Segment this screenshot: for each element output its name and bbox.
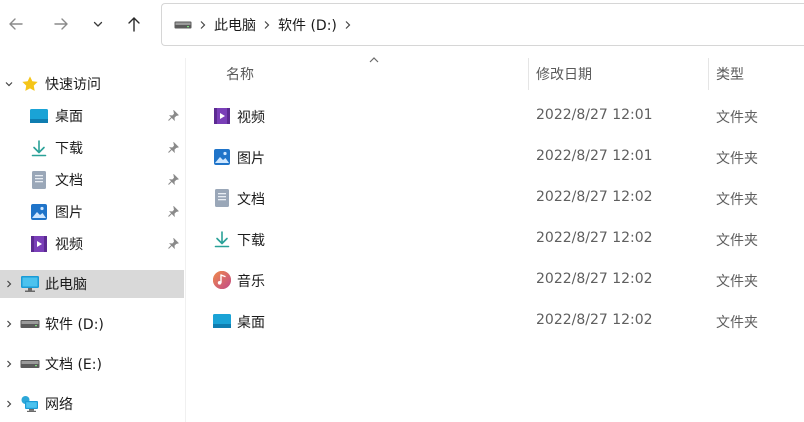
pictures-icon xyxy=(212,147,232,167)
drive-icon xyxy=(20,354,40,374)
network-icon xyxy=(20,394,40,414)
sidebar-item-label: 软件 (D:) xyxy=(45,317,104,333)
back-arrow-icon xyxy=(9,18,23,30)
file-row-documents[interactable]: 文档 2022/8/27 12:02 文件夹 xyxy=(200,181,804,215)
sidebar-item-quick-access[interactable]: 快速访问 xyxy=(0,70,184,98)
chevron-right-icon[interactable] xyxy=(2,397,16,411)
navigation-pane: 快速访问 桌面 下载 文档 图片 视频 此电脑 软件 (D:) 文档 (E:) … xyxy=(0,58,186,422)
file-row-music[interactable]: 音乐 2022/8/27 12:02 文件夹 xyxy=(200,263,804,297)
pin-icon[interactable] xyxy=(166,237,180,251)
sidebar-item-label: 视频 xyxy=(55,237,83,253)
chevron-right-icon[interactable] xyxy=(2,357,16,371)
recent-locations-button[interactable] xyxy=(84,10,112,38)
file-name: 图片 xyxy=(237,151,265,167)
file-modified-date: 2022/8/27 12:02 xyxy=(536,312,653,328)
sidebar-item-label: 此电脑 xyxy=(45,277,87,293)
sort-ascending-icon xyxy=(369,57,379,63)
breadcrumb-separator-icon[interactable] xyxy=(192,20,214,30)
sidebar-item-drive-e[interactable]: 文档 (E:) xyxy=(0,350,184,378)
file-name: 音乐 xyxy=(237,274,265,290)
file-row-downloads[interactable]: 下载 2022/8/27 12:02 文件夹 xyxy=(200,222,804,256)
chevron-right-icon[interactable] xyxy=(2,277,16,291)
document-icon xyxy=(212,188,232,208)
sidebar-item-label: 文档 (E:) xyxy=(45,357,102,373)
pin-icon[interactable] xyxy=(166,141,180,155)
pin-icon[interactable] xyxy=(166,109,180,123)
sidebar-item-network[interactable]: 网络 xyxy=(0,390,184,418)
forward-button[interactable] xyxy=(47,10,75,38)
desktop-icon xyxy=(212,311,232,331)
chevron-right-icon[interactable] xyxy=(2,317,16,331)
file-name: 文档 xyxy=(237,192,265,208)
file-modified-date: 2022/8/27 12:02 xyxy=(536,230,653,246)
pin-icon[interactable] xyxy=(166,205,180,219)
file-modified-date: 2022/8/27 12:02 xyxy=(536,271,653,287)
pin-icon[interactable] xyxy=(166,173,180,187)
sidebar-item-label: 快速访问 xyxy=(45,77,101,93)
file-type: 文件夹 xyxy=(716,274,758,290)
breadcrumb-drive-d[interactable]: 软件 (D:) xyxy=(278,15,337,35)
file-modified-date: 2022/8/27 12:02 xyxy=(536,189,653,205)
chevron-down-icon[interactable] xyxy=(2,77,16,91)
videos-icon xyxy=(212,106,232,126)
file-row-desktop[interactable]: 桌面 2022/8/27 12:02 文件夹 xyxy=(200,304,804,338)
file-row-pictures[interactable]: 图片 2022/8/27 12:01 文件夹 xyxy=(200,140,804,174)
file-row-videos[interactable]: 视频 2022/8/27 12:01 文件夹 xyxy=(200,99,804,133)
chevron-down-icon xyxy=(93,21,103,27)
videos-icon xyxy=(29,234,49,254)
file-name: 视频 xyxy=(237,110,265,126)
sidebar-item-drive-d[interactable]: 软件 (D:) xyxy=(0,310,184,338)
breadcrumb-this-pc[interactable]: 此电脑 xyxy=(214,15,256,35)
download-icon xyxy=(212,229,232,249)
sidebar-item-pictures[interactable]: 图片 xyxy=(0,198,184,226)
sidebar-item-label: 网络 xyxy=(45,397,73,413)
sidebar-item-label: 下载 xyxy=(55,141,83,157)
download-icon xyxy=(29,138,49,158)
sidebar-item-documents[interactable]: 文档 xyxy=(0,166,184,194)
music-icon xyxy=(212,270,232,290)
file-type: 文件夹 xyxy=(716,315,758,331)
sidebar-item-videos[interactable]: 视频 xyxy=(0,230,184,258)
up-arrow-icon xyxy=(128,17,140,32)
column-divider[interactable] xyxy=(708,58,709,90)
pictures-icon xyxy=(29,202,49,222)
column-divider[interactable] xyxy=(528,58,529,90)
sidebar-item-this-pc[interactable]: 此电脑 xyxy=(0,270,184,298)
file-name: 桌面 xyxy=(237,315,265,331)
column-header-modified[interactable]: 修改日期 xyxy=(536,60,592,88)
column-header-name[interactable]: 名称 xyxy=(226,60,254,88)
drive-icon xyxy=(20,314,40,334)
file-type: 文件夹 xyxy=(716,192,758,208)
file-modified-date: 2022/8/27 12:01 xyxy=(536,107,653,123)
forward-arrow-icon xyxy=(54,18,68,30)
sidebar-item-label: 桌面 xyxy=(55,109,83,125)
file-type: 文件夹 xyxy=(716,233,758,249)
sidebar-item-desktop[interactable]: 桌面 xyxy=(0,102,184,130)
drive-icon xyxy=(174,20,192,30)
computer-icon xyxy=(20,274,40,294)
navigation-bar: 此电脑 软件 (D:) xyxy=(0,0,804,50)
sidebar-item-label: 文档 xyxy=(55,173,83,189)
sidebar-item-downloads[interactable]: 下载 xyxy=(0,134,184,162)
breadcrumb-separator-icon[interactable] xyxy=(256,20,278,30)
desktop-icon xyxy=(29,106,49,126)
document-icon xyxy=(29,170,49,190)
file-modified-date: 2022/8/27 12:01 xyxy=(536,148,653,164)
sidebar-item-label: 图片 xyxy=(55,205,83,221)
back-button[interactable] xyxy=(2,10,30,38)
column-header-type[interactable]: 类型 xyxy=(716,60,744,88)
breadcrumb-separator-icon[interactable] xyxy=(337,20,359,30)
star-icon xyxy=(20,74,40,94)
up-button[interactable] xyxy=(120,10,148,38)
file-type: 文件夹 xyxy=(716,110,758,126)
address-bar[interactable]: 此电脑 软件 (D:) xyxy=(161,3,804,46)
file-name: 下载 xyxy=(237,233,265,249)
file-type: 文件夹 xyxy=(716,151,758,167)
